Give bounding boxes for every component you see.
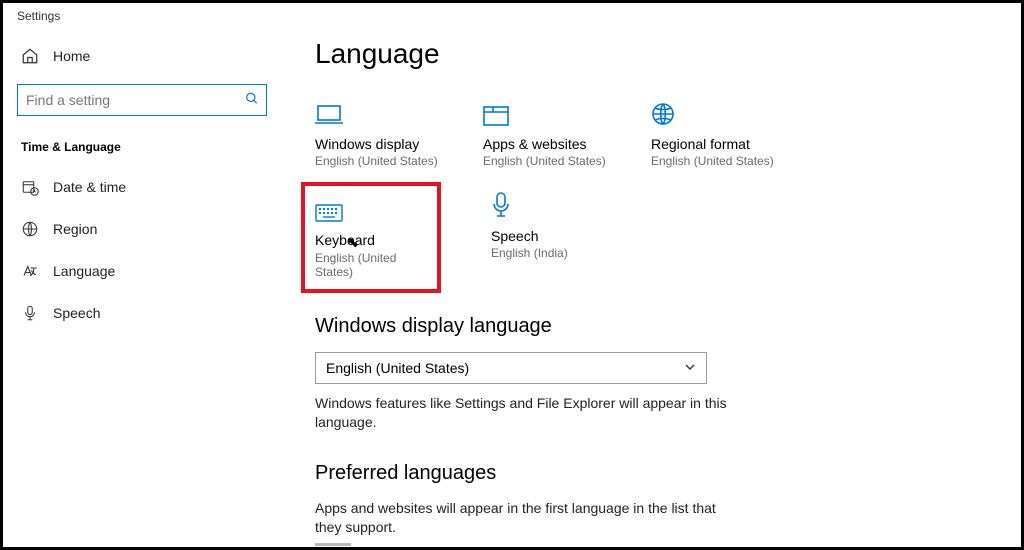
tile-row-2: Keyboard⬉ English (United States) Speech… [315,188,991,293]
highlight-box: Keyboard⬉ English (United States) [301,182,441,293]
display-language-dropdown[interactable]: English (United States) [315,352,707,384]
nav-list: Date & time Region Language Speech [17,166,267,334]
tile-label: Keyboard⬉ [315,232,427,249]
tile-sub: English (United States) [315,251,427,279]
sidebar-item-region[interactable]: Region [17,208,267,250]
tile-sub: English (India) [491,246,619,260]
tile-label: Windows display [315,136,443,152]
calendar-clock-icon [21,178,39,196]
window-title: Settings [3,3,1021,26]
sidebar-item-label: Date & time [53,179,126,195]
tile-windows-display[interactable]: Windows display English (United States) [315,96,443,168]
sidebar-item-speech[interactable]: Speech [17,292,267,334]
laptop-icon [315,96,443,126]
microphone-icon [21,304,39,322]
dropdown-value: English (United States) [326,360,469,376]
window-icon [483,96,611,126]
add-language-button[interactable]: Add a language [315,543,991,546]
plus-icon [315,543,351,546]
tile-label: Regional format [651,136,779,152]
globe-icon [21,220,39,238]
main-content: Language Windows display English (United… [281,26,1021,546]
home-label: Home [53,48,90,64]
sidebar-item-language[interactable]: Language [17,250,267,292]
tile-row-1: Windows display English (United States) … [315,96,991,168]
keyboard-icon [315,192,427,222]
preferred-languages-heading: Preferred languages [315,462,991,485]
home-icon [21,47,39,65]
home-button[interactable]: Home [17,38,267,74]
sidebar-item-datetime[interactable]: Date & time [17,166,267,208]
tile-keyboard[interactable]: Keyboard⬉ English (United States) [315,192,427,279]
tile-label: Apps & websites [483,136,611,152]
tile-label: Speech [491,228,619,244]
tile-sub: English (United States) [483,154,611,168]
display-language-helper: Windows features like Settings and File … [315,394,745,432]
display-language-heading: Windows display language [315,315,991,338]
sidebar: Home Time & Language Date & time Region [3,26,281,546]
globe-format-icon [651,96,779,126]
chevron-down-icon [684,360,696,376]
search-input[interactable] [17,84,267,116]
layout: Home Time & Language Date & time Region [3,26,1021,546]
tile-apps-websites[interactable]: Apps & websites English (United States) [483,96,611,168]
sidebar-item-label: Language [53,263,115,279]
page-title: Language [315,38,991,70]
language-icon [21,262,39,280]
preferred-languages-helper: Apps and websites will appear in the fir… [315,499,745,537]
sidebar-item-label: Speech [53,305,100,321]
tile-regional-format[interactable]: Regional format English (United States) [651,96,779,168]
sidebar-item-label: Region [53,221,97,237]
microphone-icon [491,188,619,218]
tile-speech[interactable]: Speech English (India) [491,188,619,293]
search-wrap [17,84,267,116]
tile-sub: English (United States) [315,154,443,168]
search-icon [245,92,259,109]
tile-sub: English (United States) [651,154,779,168]
section-title: Time & Language [17,130,267,166]
cursor-icon: ⬉ [347,234,359,250]
